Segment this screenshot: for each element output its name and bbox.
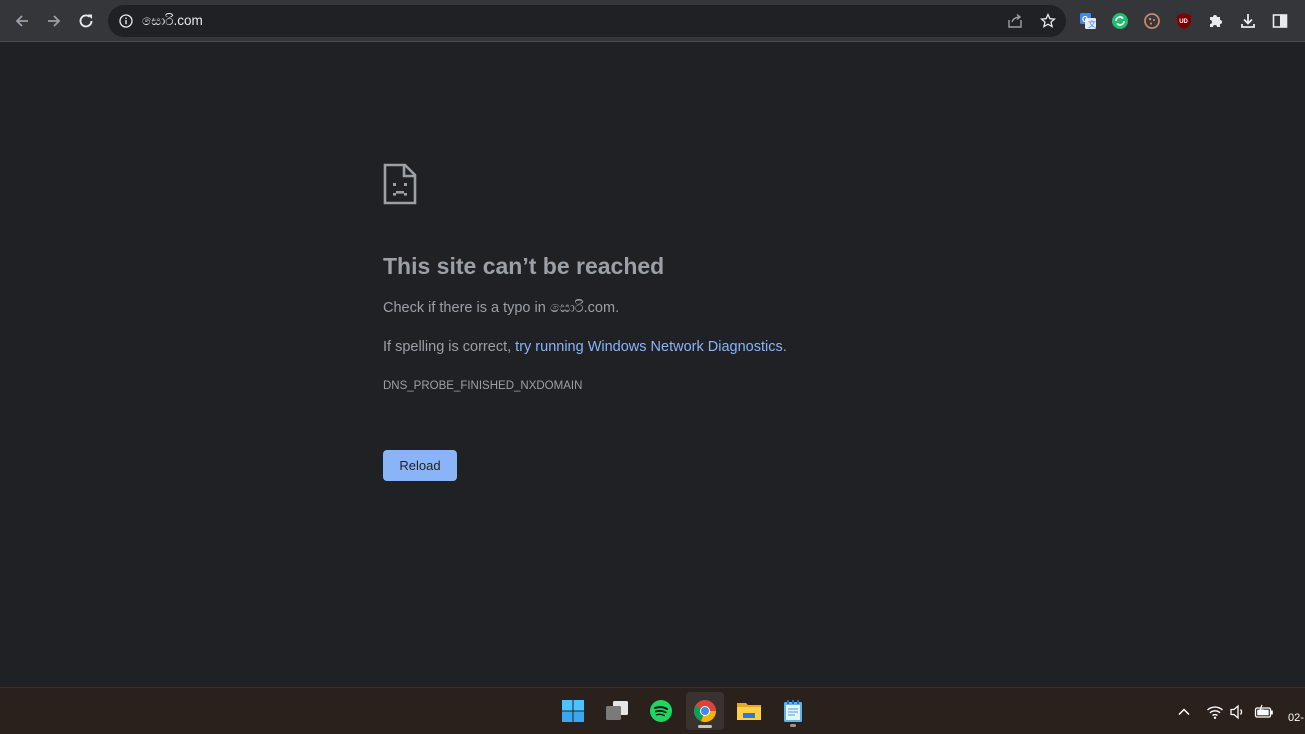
download-icon bbox=[1241, 14, 1255, 28]
cookie-icon bbox=[1144, 13, 1160, 29]
chrome-taskbar-button[interactable] bbox=[686, 692, 724, 730]
spelling-hint-prefix: If spelling is correct, bbox=[383, 339, 516, 355]
share-button[interactable] bbox=[1006, 12, 1024, 30]
bookmark-button[interactable] bbox=[1039, 12, 1057, 30]
network-diagnostics-link[interactable]: try running Windows Network Diagnostics bbox=[515, 339, 783, 355]
error-code: DNS_PROBE_FINISHED_NXDOMAIN bbox=[383, 380, 583, 392]
network-tray-button[interactable] bbox=[1205, 702, 1225, 722]
site-info-button[interactable] bbox=[117, 12, 135, 30]
battery-tray-button[interactable] bbox=[1254, 702, 1274, 722]
url-text[interactable]: සොරි.com bbox=[142, 5, 203, 37]
active-app-indicator bbox=[698, 725, 712, 728]
typo-hint-suffix: . bbox=[615, 300, 620, 316]
extensions-button[interactable] bbox=[1204, 9, 1228, 33]
sad-page-icon bbox=[383, 163, 417, 205]
green-sync-icon bbox=[1112, 13, 1128, 29]
forward-button[interactable] bbox=[39, 6, 69, 36]
windows-taskbar: 02- bbox=[0, 687, 1305, 734]
chevron-up-icon bbox=[1178, 708, 1190, 716]
back-button[interactable] bbox=[7, 6, 37, 36]
notepad-icon bbox=[784, 700, 802, 722]
spotify-icon bbox=[650, 700, 672, 722]
start-button[interactable] bbox=[554, 692, 592, 730]
show-hidden-icons-button[interactable] bbox=[1174, 702, 1194, 722]
battery-icon bbox=[1254, 704, 1273, 718]
typo-hint-domain: සොරි.com bbox=[549, 300, 616, 316]
forward-icon bbox=[48, 15, 61, 27]
svg-text:文: 文 bbox=[1088, 19, 1096, 29]
browser-toolbar: සොරි.com G 文 UD bbox=[0, 0, 1305, 42]
ublock-icon: UD bbox=[1177, 13, 1191, 29]
task-view-button[interactable] bbox=[598, 692, 636, 730]
notepad-taskbar-button[interactable] bbox=[774, 692, 812, 730]
windows-start-icon bbox=[562, 700, 584, 722]
wifi-icon bbox=[1207, 706, 1223, 719]
reload-page-button[interactable] bbox=[71, 6, 101, 36]
spotify-taskbar-button[interactable] bbox=[642, 692, 680, 730]
file-explorer-icon bbox=[737, 703, 761, 720]
file-explorer-taskbar-button[interactable] bbox=[730, 692, 768, 730]
taskbar-clock[interactable]: 02- bbox=[1288, 712, 1304, 724]
puzzle-icon bbox=[1210, 15, 1222, 27]
volume-tray-button[interactable] bbox=[1228, 702, 1248, 722]
typo-hint-prefix: Check if there is a typo in bbox=[383, 300, 550, 316]
page-content: This site can’t be reached Check if ther… bbox=[0, 43, 1305, 687]
reload-icon bbox=[79, 14, 93, 28]
spelling-hint: If spelling is correct, try running Wind… bbox=[383, 339, 787, 355]
back-icon bbox=[15, 15, 28, 27]
spelling-hint-suffix: . bbox=[782, 339, 787, 355]
downloads-button[interactable] bbox=[1236, 9, 1260, 33]
ublock-extension[interactable]: UD bbox=[1172, 9, 1196, 33]
typo-hint: Check if there is a typo in සොරි.com. bbox=[383, 300, 619, 316]
google-translate-icon: G 文 bbox=[1080, 13, 1096, 29]
error-icon-container bbox=[383, 163, 417, 209]
share-icon bbox=[1008, 13, 1022, 28]
cookie-extension[interactable] bbox=[1140, 9, 1164, 33]
volume-icon bbox=[1230, 704, 1243, 720]
reload-button[interactable]: Reload bbox=[383, 450, 457, 481]
info-icon bbox=[119, 14, 133, 28]
sync-extension[interactable] bbox=[1108, 9, 1132, 33]
chrome-icon bbox=[693, 700, 717, 723]
side-panel-button[interactable] bbox=[1268, 9, 1292, 33]
task-view-icon bbox=[606, 701, 628, 720]
address-bar[interactable]: සොරි.com bbox=[108, 5, 1066, 37]
star-icon bbox=[1040, 13, 1056, 28]
error-title: This site can’t be reached bbox=[383, 253, 665, 279]
running-app-indicator bbox=[790, 724, 796, 727]
side-panel-icon bbox=[1272, 14, 1288, 28]
ublock-badge: UD bbox=[1179, 19, 1188, 25]
google-translate-extension[interactable]: G 文 bbox=[1076, 9, 1100, 33]
